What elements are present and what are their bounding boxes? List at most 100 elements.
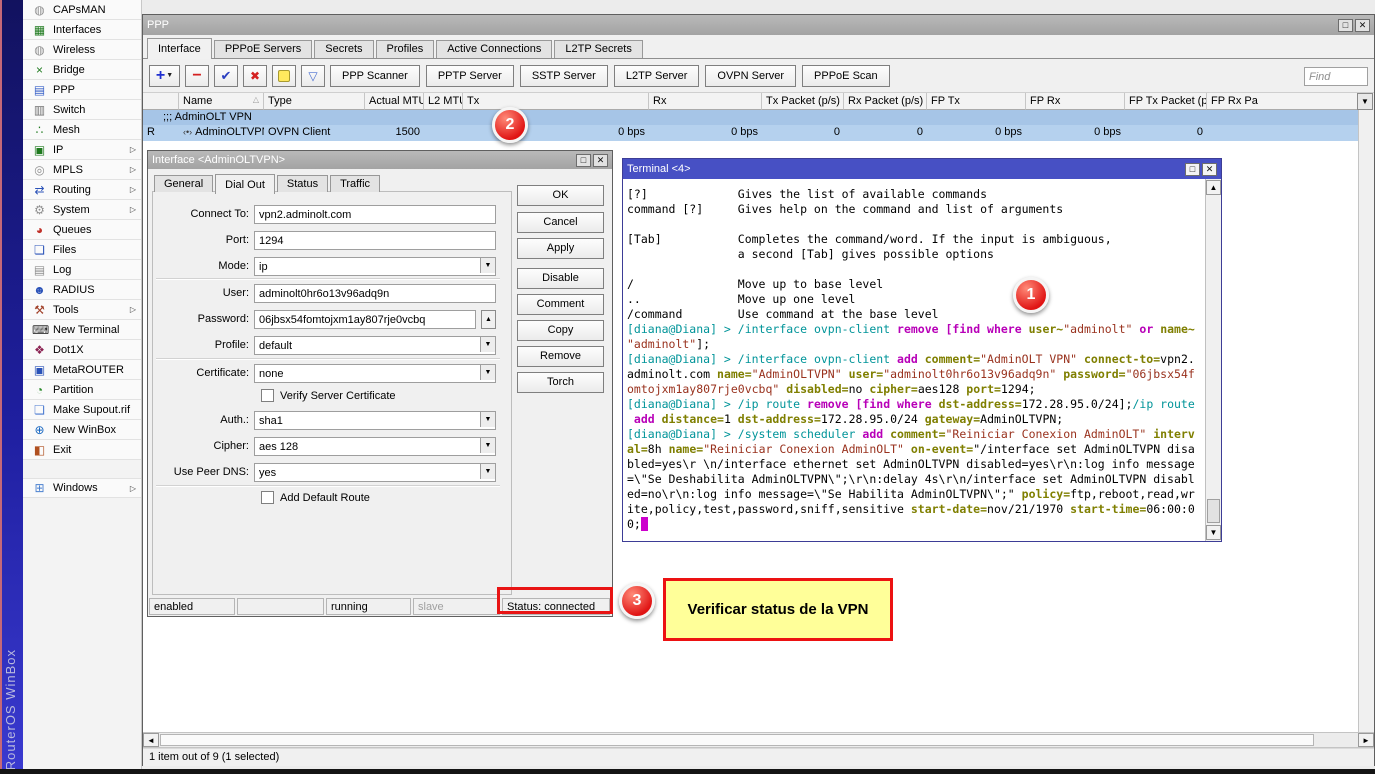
column-header-fp-rx-pa[interactable]: FP Rx Pa <box>1207 93 1358 110</box>
filter-button[interactable]: ▽ <box>301 65 325 87</box>
column-selector-button[interactable]: ▼ <box>1357 93 1373 110</box>
profile-select[interactable] <box>254 336 496 355</box>
tab-traffic[interactable]: Traffic <box>330 175 380 192</box>
column-header-fp-rx[interactable]: FP Rx <box>1026 93 1125 110</box>
sidebar-item-routing[interactable]: ⇄Routing▷ <box>23 180 141 200</box>
remove-button[interactable]: Remove <box>517 346 604 367</box>
column-header-tx-packet-p-s[interactable]: Tx Packet (p/s) <box>762 93 844 110</box>
horizontal-scrollbar[interactable]: ◄ ► <box>143 732 1374 748</box>
sidebar-item-metarouter[interactable]: ▣MetaROUTER <box>23 360 141 380</box>
add-button[interactable]: +▼ <box>149 65 180 87</box>
scroll-left-icon[interactable]: ◄ <box>143 733 159 747</box>
mode-select[interactable] <box>254 257 496 276</box>
sidebar-item-bridge[interactable]: ×Bridge <box>23 60 141 80</box>
pppoe-scan-button[interactable]: PPPoE Scan <box>802 65 890 87</box>
sidebar-item-capsman[interactable]: ◍CAPsMAN <box>23 0 141 20</box>
maximize-icon[interactable]: □ <box>1185 163 1200 176</box>
connect-to-input[interactable] <box>254 205 496 224</box>
tab-l2tp-secrets[interactable]: L2TP Secrets <box>554 40 642 58</box>
maximize-icon[interactable]: □ <box>576 154 591 167</box>
terminal-scrollbar[interactable]: ▲ ▼ <box>1205 179 1221 541</box>
scroll-up-icon[interactable]: ▲ <box>1206 180 1221 195</box>
sidebar-item-switch[interactable]: ▥Switch <box>23 100 141 120</box>
sidebar-item-new-terminal[interactable]: ⌨New Terminal <box>23 320 141 340</box>
sidebar-item-wireless[interactable]: ◍Wireless <box>23 40 141 60</box>
close-icon[interactable]: ✕ <box>593 154 608 167</box>
torch-button[interactable]: Torch <box>517 372 604 393</box>
column-header-tx[interactable]: Tx <box>463 93 649 110</box>
sstp-server-button[interactable]: SSTP Server <box>520 65 608 87</box>
find-input[interactable] <box>1304 67 1368 86</box>
sidebar-item-windows[interactable]: ⊞Windows▷ <box>23 478 141 498</box>
dropdown-icon[interactable]: ▼ <box>480 438 495 453</box>
terminal-body[interactable]: [?] Gives the list of available commands… <box>623 179 1205 541</box>
cancel-button[interactable]: Cancel <box>517 212 604 233</box>
sidebar-item-mpls[interactable]: ◎MPLS▷ <box>23 160 141 180</box>
dropdown-icon[interactable]: ▼ <box>480 365 495 380</box>
comment-button[interactable]: Comment <box>517 294 604 315</box>
auth-select[interactable] <box>254 411 496 430</box>
tab-general[interactable]: General <box>154 175 213 192</box>
comment-row[interactable]: ;;; AdminOLT VPN <box>143 110 1358 125</box>
tab-pppoe-servers[interactable]: PPPoE Servers <box>214 40 312 58</box>
close-icon[interactable]: ✕ <box>1202 163 1217 176</box>
certificate-select[interactable] <box>254 364 496 383</box>
table-row[interactable]: R‹•›AdminOLTVPNOVPN Client15000 bps0 bps… <box>143 125 1358 141</box>
apply-button[interactable]: Apply <box>517 238 604 259</box>
terminal-titlebar[interactable]: Terminal <4> □ ✕ <box>623 159 1221 179</box>
scroll-right-icon[interactable]: ► <box>1358 733 1374 747</box>
close-icon[interactable]: ✕ <box>1355 19 1370 32</box>
ppp-titlebar[interactable]: PPP □ ✕ <box>143 15 1374 35</box>
sidebar-item-files[interactable]: ❏Files <box>23 240 141 260</box>
user-input[interactable] <box>254 284 496 303</box>
verify-server-certificate-checkbox[interactable] <box>261 389 274 402</box>
tab-profiles[interactable]: Profiles <box>376 40 435 58</box>
column-header-type[interactable]: Type <box>264 93 365 110</box>
cipher-select[interactable] <box>254 437 496 456</box>
scrollbar-thumb[interactable] <box>1207 499 1220 523</box>
scroll-down-icon[interactable]: ▼ <box>1206 525 1221 540</box>
comment-button[interactable] <box>272 65 296 87</box>
vertical-scrollbar[interactable] <box>1358 110 1374 732</box>
disable-button[interactable]: Disable <box>517 268 604 289</box>
spinner-up-icon[interactable]: ▲ <box>481 310 496 329</box>
sidebar-item-log[interactable]: ▤Log <box>23 260 141 280</box>
ok-button[interactable]: OK <box>517 185 604 206</box>
sidebar-item-new-winbox[interactable]: ⊕New WinBox <box>23 420 141 440</box>
sidebar-item-ip[interactable]: ▣IP▷ <box>23 140 141 160</box>
column-header-l2-mtu[interactable]: L2 MTU <box>424 93 463 110</box>
column-header-rx-packet-p-s[interactable]: Rx Packet (p/s) <box>844 93 927 110</box>
sidebar-item-mesh[interactable]: ∴Mesh <box>23 120 141 140</box>
enable-button[interactable]: ✔ <box>214 65 238 87</box>
ovpn-server-button[interactable]: OVPN Server <box>705 65 796 87</box>
sidebar-item-system[interactable]: ⚙System▷ <box>23 200 141 220</box>
dropdown-icon[interactable]: ▼ <box>480 258 495 273</box>
dropdown-icon[interactable]: ▼ <box>480 412 495 427</box>
sidebar-item-radius[interactable]: ☻RADIUS <box>23 280 141 300</box>
port-input[interactable] <box>254 231 496 250</box>
column-header-name[interactable]: Name△ <box>179 93 264 110</box>
dialog-titlebar[interactable]: Interface <AdminOLTVPN> □ ✕ <box>148 151 612 169</box>
remove-button[interactable]: − <box>185 65 209 87</box>
disable-button[interactable]: ✖ <box>243 65 267 87</box>
sidebar-item-interfaces[interactable]: ▦Interfaces <box>23 20 141 40</box>
tab-dial-out[interactable]: Dial Out <box>215 174 275 194</box>
scrollbar-thumb[interactable] <box>160 734 1314 746</box>
sidebar-item-tools[interactable]: ⚒Tools▷ <box>23 300 141 320</box>
column-header-actual-mtu[interactable]: Actual MTU <box>365 93 424 110</box>
use-peer-dns-select[interactable] <box>254 463 496 482</box>
pptp-server-button[interactable]: PPTP Server <box>426 65 514 87</box>
column-header-rx[interactable]: Rx <box>649 93 762 110</box>
sidebar-item-dot1x[interactable]: ❖Dot1X <box>23 340 141 360</box>
sidebar-item-ppp[interactable]: ▤PPP <box>23 80 141 100</box>
dropdown-icon[interactable]: ▼ <box>480 337 495 352</box>
column-header-fp-tx-packet-p-s[interactable]: FP Tx Packet (p/s) <box>1125 93 1207 110</box>
ppp-scanner-button[interactable]: PPP Scanner <box>330 65 420 87</box>
column-header-flags[interactable] <box>143 93 179 110</box>
tab-secrets[interactable]: Secrets <box>314 40 373 58</box>
tab-status[interactable]: Status <box>277 175 328 192</box>
sidebar-item-queues[interactable]: ◕Queues <box>23 220 141 240</box>
add-default-route-checkbox[interactable] <box>261 491 274 504</box>
tab-active-connections[interactable]: Active Connections <box>436 40 552 58</box>
l2tp-server-button[interactable]: L2TP Server <box>614 65 700 87</box>
